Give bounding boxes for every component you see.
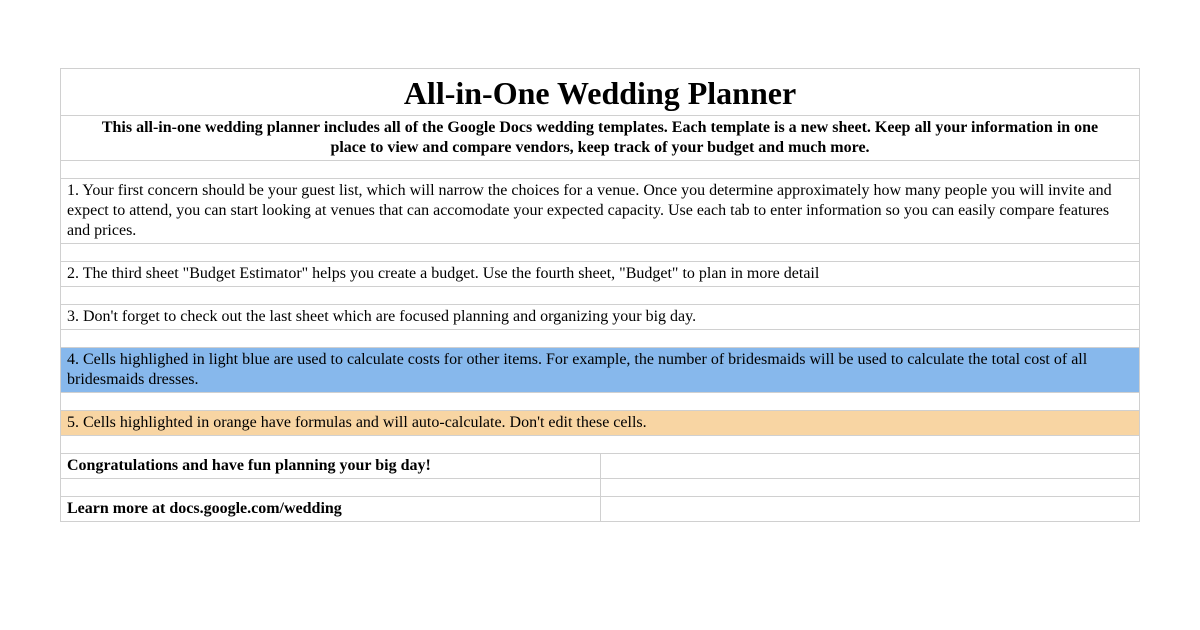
instruction-step-5-highlighted-orange: 5. Cells highlighted in orange have form… (61, 411, 1139, 436)
learn-more-row: Learn more at docs.google.com/wedding (61, 497, 1139, 521)
learn-more-text: Learn more at docs.google.com/wedding (61, 497, 601, 521)
empty-cell (601, 497, 1140, 521)
congrats-text: Congratulations and have fun planning yo… (61, 454, 601, 478)
document-subtitle: This all-in-one wedding planner includes… (61, 116, 1139, 161)
empty-cell (601, 454, 1140, 478)
congrats-row: Congratulations and have fun planning yo… (61, 454, 1139, 479)
instruction-step-3: 3. Don't forget to check out the last sh… (61, 305, 1139, 330)
spacer-row (61, 244, 1139, 262)
spacer-row (61, 161, 1139, 179)
spacer-row (61, 393, 1139, 411)
instruction-step-4-highlighted-blue: 4. Cells highlighed in light blue are us… (61, 348, 1139, 393)
empty-cell (61, 479, 601, 496)
spacer-row (61, 287, 1139, 305)
document-title: All-in-One Wedding Planner (61, 69, 1139, 116)
spacer-row (61, 479, 1139, 497)
spacer-row (61, 436, 1139, 454)
empty-cell (601, 479, 1140, 496)
spacer-row (61, 330, 1139, 348)
spreadsheet-grid: All-in-One Wedding Planner This all-in-o… (60, 68, 1140, 522)
instruction-step-2: 2. The third sheet "Budget Estimator" he… (61, 262, 1139, 287)
instruction-step-1: 1. Your first concern should be your gue… (61, 179, 1139, 244)
